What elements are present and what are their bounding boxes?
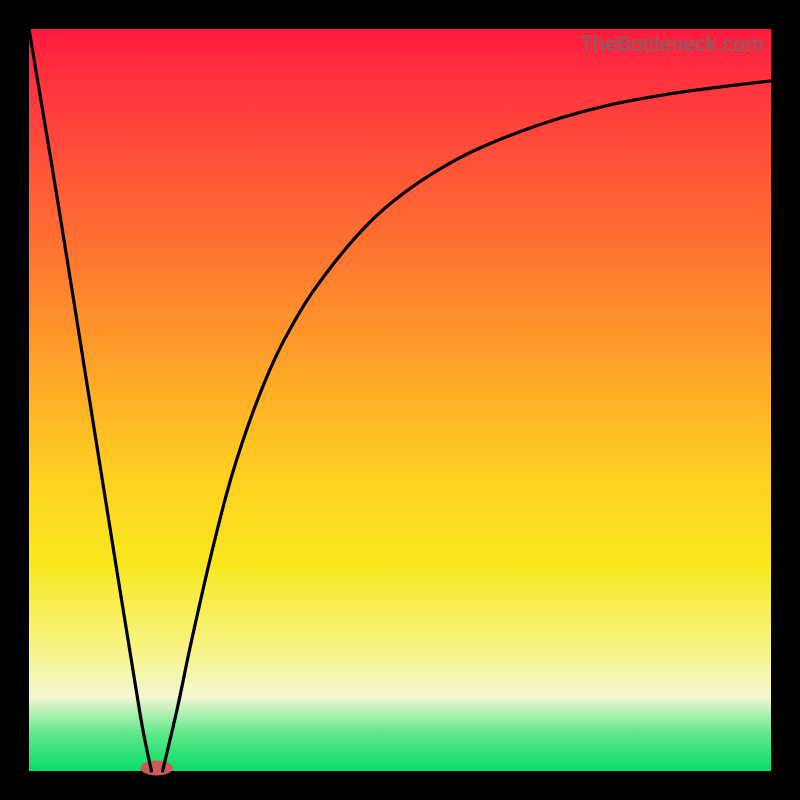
right-branch-line: [163, 81, 771, 771]
left-branch-line: [29, 29, 151, 771]
chart-svg: [29, 29, 771, 771]
chart-frame: TheBottleneck.com: [0, 0, 800, 800]
plot-area: TheBottleneck.com: [29, 29, 771, 771]
dip-marker: [140, 761, 173, 776]
